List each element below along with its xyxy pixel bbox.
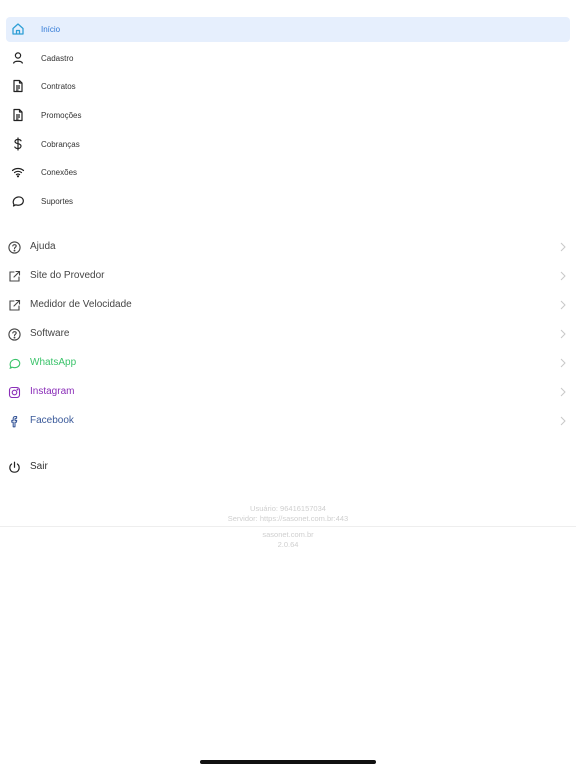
server-text: Servidor: https://sasonet.com.br:443 bbox=[227, 513, 349, 523]
chevron-right-icon bbox=[560, 387, 566, 397]
menu-item-label: Contratos bbox=[41, 82, 76, 92]
external-links: Ajuda Site do Provedor Medidor de Veloci… bbox=[0, 233, 576, 436]
external-link-icon bbox=[8, 299, 21, 312]
link-facebook[interactable]: Facebook bbox=[0, 407, 576, 436]
chevron-right-icon bbox=[560, 416, 566, 426]
home-icon bbox=[11, 22, 25, 36]
chat-bubble-icon bbox=[11, 194, 25, 208]
link-whatsapp[interactable]: WhatsApp bbox=[0, 349, 576, 378]
dollar-icon bbox=[11, 137, 25, 151]
menu-item-inicio[interactable]: Início bbox=[6, 17, 570, 42]
menu-item-label: Promoções bbox=[41, 111, 82, 121]
chevron-right-icon bbox=[560, 242, 566, 252]
menu-item-label: Conexões bbox=[41, 168, 78, 178]
user-icon bbox=[11, 51, 25, 65]
menu-item-label: Início bbox=[41, 25, 61, 34]
chevron-right-icon bbox=[560, 271, 566, 281]
whatsapp-icon bbox=[8, 357, 21, 370]
wifi-icon bbox=[11, 165, 25, 179]
site-text: sasonet.com.br bbox=[262, 530, 314, 539]
link-label: Site do Provedor bbox=[30, 270, 105, 281]
link-label: Medidor de Velocidade bbox=[30, 299, 132, 310]
menu-item-label: Cobranças bbox=[41, 139, 80, 149]
version-text: 2.0.64 bbox=[277, 539, 299, 549]
link-site-do-provedor[interactable]: Site do Provedor bbox=[0, 262, 576, 291]
link-instagram[interactable]: Instagram bbox=[0, 378, 576, 407]
app-info: sasonet.com.br 2.0.64 bbox=[0, 530, 576, 549]
home-indicator[interactable] bbox=[200, 760, 376, 764]
menu-item-contratos[interactable]: Contratos bbox=[6, 74, 570, 99]
chevron-right-icon bbox=[560, 300, 566, 310]
footer-divider bbox=[0, 526, 576, 527]
menu-item-label: Cadastro bbox=[41, 53, 74, 63]
facebook-icon bbox=[8, 415, 21, 428]
help-circle-icon bbox=[8, 328, 21, 341]
menu-item-conexoes[interactable]: Conexões bbox=[6, 160, 570, 185]
menu-item-promocoes[interactable]: Promoções bbox=[6, 103, 570, 128]
link-ajuda[interactable]: Ajuda bbox=[0, 233, 576, 262]
chevron-right-icon bbox=[560, 358, 566, 368]
menu-item-suportes[interactable]: Suportes bbox=[6, 189, 570, 214]
logout-button[interactable]: Sair bbox=[0, 458, 576, 478]
user-info: Usuário: 96416157034 Servidor: https://s… bbox=[0, 504, 576, 523]
menu-item-label: Suportes bbox=[41, 197, 74, 207]
link-label: Instagram bbox=[30, 386, 75, 397]
document-icon bbox=[11, 108, 25, 122]
link-label: WhatsApp bbox=[30, 357, 77, 368]
link-software[interactable]: Software bbox=[0, 320, 576, 349]
link-label: Facebook bbox=[30, 415, 74, 426]
link-medidor-de-velocidade[interactable]: Medidor de Velocidade bbox=[0, 291, 576, 320]
external-link-icon bbox=[8, 270, 21, 283]
menu-item-cadastro[interactable]: Cadastro bbox=[6, 46, 570, 71]
power-icon bbox=[8, 461, 21, 474]
user-id-text: Usuário: 96416157034 bbox=[250, 504, 326, 513]
chevron-right-icon bbox=[560, 329, 566, 339]
menu-item-cobrancas[interactable]: Cobranças bbox=[6, 132, 570, 157]
instagram-icon bbox=[8, 386, 21, 399]
document-icon bbox=[11, 79, 25, 93]
main-menu: Início Cadastro Contratos Promoções Cobr… bbox=[6, 17, 570, 218]
link-label: Ajuda bbox=[30, 241, 56, 252]
logout-label: Sair bbox=[30, 461, 48, 472]
help-circle-icon bbox=[8, 241, 21, 254]
link-label: Software bbox=[30, 328, 70, 339]
